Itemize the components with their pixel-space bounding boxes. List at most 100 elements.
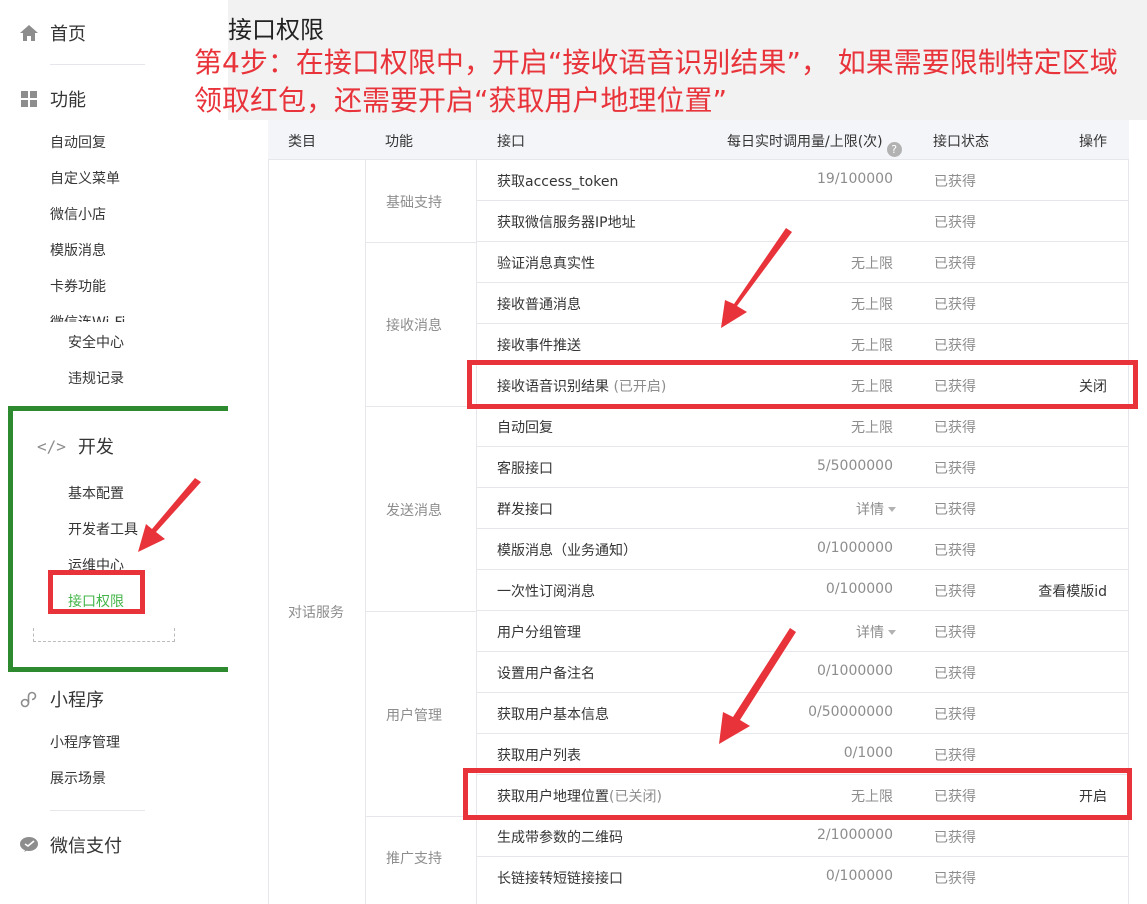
sidebar-item-basic-config[interactable]: 基本配置 [68, 483, 124, 503]
view-template-id-link[interactable]: 查看模版id [1038, 581, 1107, 601]
group-label: 推广支持 [386, 851, 442, 867]
details-dropdown[interactable]: 详情 [856, 499, 896, 519]
sidebar-item-wifi[interactable]: 微信连Wi-Fi [50, 312, 125, 322]
api-status: 已获得 [934, 707, 976, 723]
sidebar-mid: 安全中心 违规记录 [0, 322, 232, 402]
api-status: 已获得 [934, 502, 976, 518]
api-name: 获取微信服务器IP地址 [497, 215, 636, 231]
step-annotation: 第4步：在接口权限中，开启“接收语音识别结果”， 如果需要限制特定区域领取红包，… [194, 46, 1118, 117]
group-promo: 推广支持 [366, 817, 477, 904]
table-header: 类目 功能 接口 每日实时调用量/上限(次)? 接口状态 操作 [268, 120, 1129, 160]
group-label: 发送消息 [386, 503, 442, 519]
table-row: 获取用户基本信息 0/50000000 已获得 [477, 693, 1129, 734]
api-name: 自动回复 [497, 420, 553, 436]
api-quota: 无上限 [851, 338, 893, 354]
sidebar-item-auto-reply[interactable]: 自动回复 [50, 132, 106, 152]
api-name: 接收普通消息 [497, 297, 581, 313]
sidebar-item-display-scene[interactable]: 展示场景 [50, 768, 106, 788]
api-status: 已获得 [934, 871, 976, 887]
sidebar-item-dev-tools[interactable]: 开发者工具 [68, 519, 138, 539]
code-icon: </> [37, 436, 66, 456]
api-status: 已获得 [934, 338, 976, 354]
table-row: 获取微信服务器IP地址 已获得 [477, 201, 1129, 242]
api-quota: 0/100000 [825, 581, 893, 597]
api-name: 获取用户基本信息 [497, 707, 609, 723]
api-name: 获取access_token [497, 174, 619, 190]
api-status: 已获得 [934, 215, 976, 231]
sidebar-item-wechat-shop[interactable]: 微信小店 [50, 204, 106, 224]
api-quota: 无上限 [851, 297, 893, 313]
api-status: 已获得 [934, 830, 976, 846]
api-status: 已获得 [934, 666, 976, 682]
api-name: 模版消息（业务通知） [497, 543, 637, 559]
api-name: 群发接口 [497, 502, 553, 518]
group-label: 接收消息 [386, 318, 442, 334]
caret-down-icon [888, 507, 896, 512]
sidebar-features-label: 功能 [50, 90, 86, 111]
sidebar-pay[interactable]: 微信支付 [18, 832, 122, 858]
details-label: 详情 [856, 625, 884, 641]
api-name: 生成带参数的二维码 [497, 830, 623, 846]
api-status: 已获得 [934, 748, 976, 764]
sidebar-miniprogram: 小程序 [18, 686, 104, 712]
api-name: 获取用户列表 [497, 748, 581, 764]
sidebar-pay-label: 微信支付 [50, 836, 122, 857]
api-name: 验证消息真实性 [497, 256, 595, 272]
sidebar-item-coupon[interactable]: 卡券功能 [50, 276, 106, 296]
sidebar-home-label: 首页 [50, 24, 86, 45]
table-row: 自动回复 无上限 已获得 [477, 406, 1129, 447]
category-label: 对话服务 [288, 605, 344, 621]
caret-down-icon [888, 630, 896, 635]
sidebar-item-violations[interactable]: 违规记录 [68, 368, 124, 388]
sidebar-item-security[interactable]: 安全中心 [68, 332, 124, 352]
header-op: 操作 [1079, 134, 1107, 150]
header-api: 接口 [497, 134, 525, 150]
grid-icon [18, 88, 40, 110]
api-quota: 2/1000000 [817, 827, 893, 843]
api-name: 一次性订阅消息 [497, 584, 595, 600]
sidebar-home[interactable]: 首页 [18, 20, 86, 46]
table-row: 获取access_token 19/100000 已获得 [477, 160, 1129, 201]
sidebar-miniprogram-label: 小程序 [50, 690, 104, 711]
sidebar-dev: </> 开发 [37, 433, 114, 459]
api-name: 长链接转短链接接口 [497, 871, 623, 887]
link-icon [18, 688, 40, 710]
header-category: 类目 [288, 134, 316, 150]
pay-icon [18, 834, 40, 856]
api-name: 用户分组管理 [497, 625, 581, 641]
api-permissions-highlight [48, 570, 145, 614]
page-title: 接口权限 [228, 16, 324, 44]
table-row: 用户分组管理 详情 已获得 [477, 611, 1129, 652]
header-status: 接口状态 [933, 134, 989, 150]
api-quota: 无上限 [851, 420, 893, 436]
api-name: 客服接口 [497, 461, 553, 477]
api-status: 已获得 [934, 543, 976, 559]
api-status: 已获得 [934, 461, 976, 477]
api-quota: 无上限 [851, 256, 893, 272]
category-cell [268, 160, 366, 904]
api-name: 设置用户备注名 [497, 666, 595, 682]
table-row: 验证消息真实性 无上限 已获得 [477, 242, 1129, 283]
screenshot-root: 首页 功能 自动回复 自定义菜单 微信小店 模版消息 卡券功能 微信连Wi-Fi… [0, 0, 1147, 904]
api-quota: 0/1000000 [817, 663, 893, 679]
group-label: 基础支持 [386, 195, 442, 211]
user-location-highlight [463, 768, 1132, 820]
api-status: 已获得 [934, 174, 976, 190]
header-function: 功能 [385, 134, 413, 150]
api-quota: 0/1000 [843, 745, 893, 761]
sidebar-item-custom-menu[interactable]: 自定义菜单 [50, 168, 120, 188]
details-label: 详情 [856, 502, 884, 518]
dashed-placeholder [33, 628, 175, 642]
help-icon[interactable]: ? [886, 142, 902, 157]
details-dropdown[interactable]: 详情 [856, 622, 896, 642]
sidebar-item-template-msg[interactable]: 模版消息 [50, 240, 106, 260]
table-row: 接收普通消息 无上限 已获得 [477, 283, 1129, 324]
group-label: 用户管理 [386, 708, 442, 724]
table-row: 生成带参数的二维码 2/1000000 已获得 [477, 816, 1129, 857]
table-row: 客服接口 5/5000000 已获得 [477, 447, 1129, 488]
divider [50, 810, 145, 811]
sidebar-item-mp-manage[interactable]: 小程序管理 [50, 732, 120, 752]
voice-recognition-highlight [467, 360, 1138, 409]
table-row: 模版消息（业务通知） 0/1000000 已获得 [477, 529, 1129, 570]
table-row: 长链接转短链接接口 0/100000 已获得 [477, 857, 1129, 898]
